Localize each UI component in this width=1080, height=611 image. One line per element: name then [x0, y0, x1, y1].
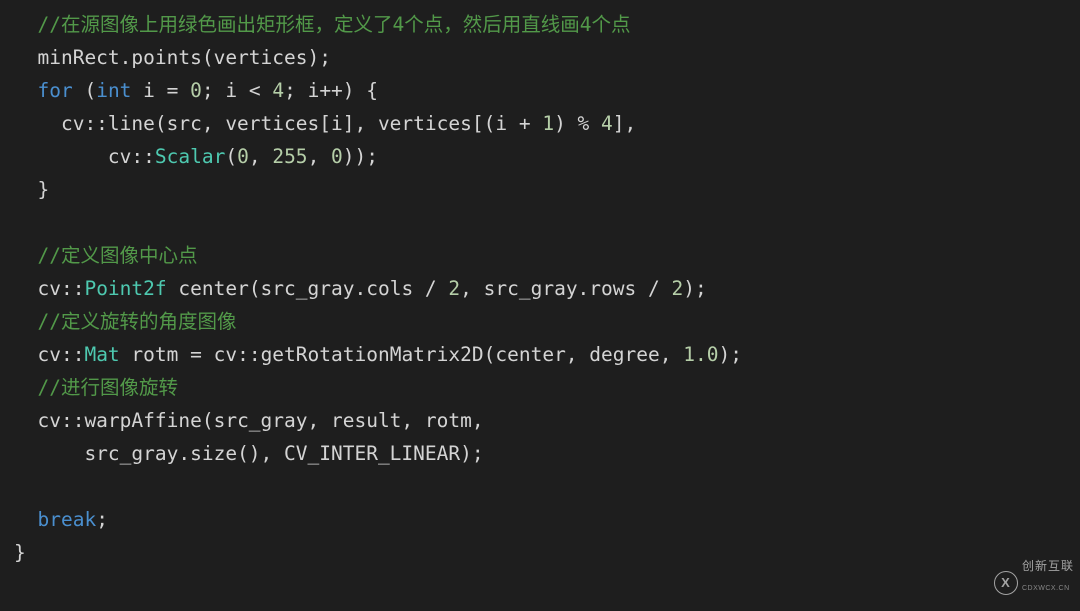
comment: //进行图像旋转 — [37, 376, 177, 399]
code-line: //进行图像旋转 — [14, 376, 178, 399]
comment: //在源图像上用绿色画出矩形框，定义了4个点，然后用直线画4个点 — [37, 13, 630, 36]
code-line: minRect.points(vertices); — [14, 46, 331, 69]
watermark-sub: CDXWCX.CN — [1022, 572, 1074, 605]
watermark-brand: 创新互联 — [1022, 560, 1074, 572]
code-line: src_gray.size(), CV_INTER_LINEAR); — [14, 442, 484, 465]
code-line: //在源图像上用绿色画出矩形框，定义了4个点，然后用直线画4个点 — [14, 13, 630, 36]
code-line: //定义旋转的角度图像 — [14, 310, 236, 333]
code-line — [14, 211, 26, 234]
code-line: cv::Mat rotm = cv::getRotationMatrix2D(c… — [14, 343, 742, 366]
code-line: //定义图像中心点 — [14, 244, 197, 267]
code-line: for (int i = 0; i < 4; i++) { — [14, 79, 378, 102]
comment: //定义图像中心点 — [37, 244, 197, 267]
code-line: } — [14, 541, 26, 564]
code-block: //在源图像上用绿色画出矩形框，定义了4个点，然后用直线画4个点 minRect… — [0, 0, 1080, 569]
code-line: cv::line(src, vertices[i], vertices[(i +… — [14, 112, 636, 135]
code-line — [14, 475, 26, 498]
comment: //定义旋转的角度图像 — [37, 310, 236, 333]
code-line: cv::Scalar(0, 255, 0)); — [14, 145, 378, 168]
code-line: } — [14, 178, 49, 201]
code-line: cv::Point2f center(src_gray.cols / 2, sr… — [14, 277, 707, 300]
watermark-logo-icon: X — [994, 571, 1018, 595]
watermark: X 创新互联 CDXWCX.CN — [994, 560, 1074, 605]
code-line: cv::warpAffine(src_gray, result, rotm, — [14, 409, 484, 432]
code-line: break; — [14, 508, 108, 531]
